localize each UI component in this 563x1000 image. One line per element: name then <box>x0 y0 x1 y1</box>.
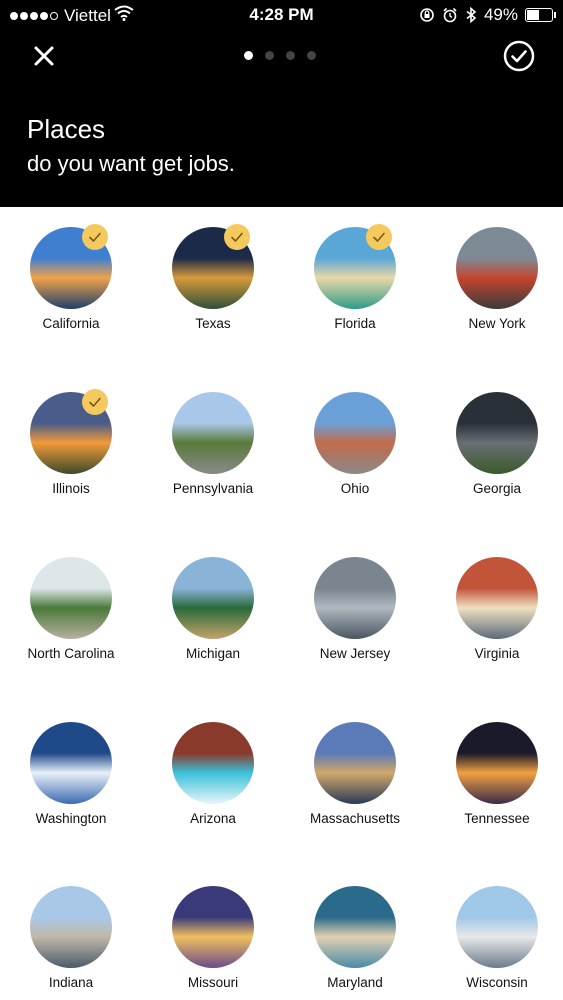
place-label: Massachusetts <box>309 811 401 826</box>
place-photo <box>314 722 396 804</box>
status-bar: Viettel 4:28 PM 49% <box>0 0 563 30</box>
place-label: Wisconsin <box>466 975 528 990</box>
place-photo <box>456 392 538 474</box>
place-label: Michigan <box>185 646 241 661</box>
place-label: Georgia <box>472 481 522 496</box>
confirm-button[interactable] <box>503 40 535 72</box>
place-photo <box>30 557 112 639</box>
place-label: Arizona <box>190 811 236 826</box>
checkmark-icon <box>373 232 385 242</box>
place-label: Ohio <box>340 481 370 496</box>
place-photo <box>314 557 396 639</box>
page-dot <box>307 51 316 60</box>
place-photo <box>172 392 254 474</box>
place-label: Texas <box>195 316 231 331</box>
place-photo <box>456 557 538 639</box>
page-subtitle: do you want get jobs. <box>27 151 235 176</box>
place-photo <box>30 886 112 968</box>
place-label: Indiana <box>48 975 94 990</box>
place-photo <box>314 392 396 474</box>
place-label: North Carolina <box>27 646 115 661</box>
place-photo <box>456 886 538 968</box>
selected-badge <box>82 224 108 250</box>
place-label: Tennessee <box>464 811 530 826</box>
selected-badge <box>82 389 108 415</box>
page-indicator <box>244 51 316 60</box>
checkmark-icon <box>89 232 101 242</box>
page-dot <box>265 51 274 60</box>
place-photo <box>456 227 538 309</box>
place-photo <box>456 722 538 804</box>
page-dot <box>286 51 295 60</box>
checkmark-icon <box>89 397 101 407</box>
place-photo <box>30 722 112 804</box>
bluetooth-icon <box>466 7 477 23</box>
place-label: California <box>42 316 100 331</box>
check-circle-icon <box>503 40 535 72</box>
place-photo <box>172 722 254 804</box>
header: Viettel 4:28 PM 49% Places do you want g… <box>0 0 563 207</box>
place-label: Florida <box>334 316 376 331</box>
page-title: Places <box>27 114 106 144</box>
selected-badge <box>366 224 392 250</box>
close-icon <box>34 46 54 66</box>
place-label: Virginia <box>474 646 520 661</box>
place-label: Illinois <box>52 481 90 496</box>
battery-icon <box>525 8 556 22</box>
rotation-lock-icon <box>420 8 434 22</box>
battery-percent: 49% <box>483 5 518 24</box>
place-label: New Jersey <box>319 646 391 661</box>
place-label: Washington <box>35 811 107 826</box>
place-photo <box>172 557 254 639</box>
checkmark-icon <box>231 232 243 242</box>
place-label: New York <box>468 316 526 331</box>
close-button[interactable] <box>28 40 60 72</box>
selected-badge <box>224 224 250 250</box>
place-photo <box>172 886 254 968</box>
place-label: Missouri <box>187 975 239 990</box>
status-right: 49% <box>419 5 556 25</box>
place-label: Maryland <box>327 975 383 990</box>
place-label: Pennsylvania <box>172 481 254 496</box>
place-photo <box>314 886 396 968</box>
alarm-icon <box>443 7 457 23</box>
page-dot <box>244 51 253 60</box>
